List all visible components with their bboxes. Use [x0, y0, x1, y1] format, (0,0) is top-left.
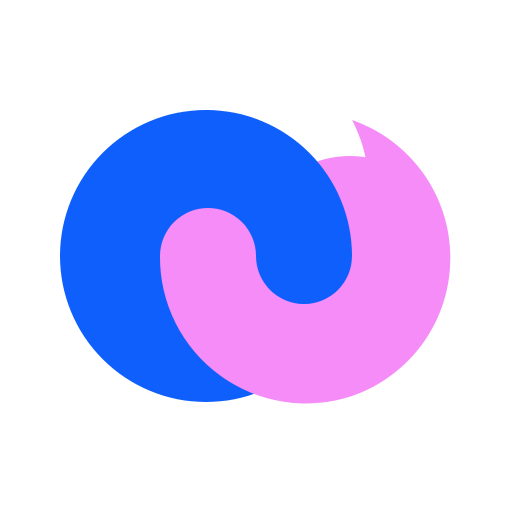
app-icon-canvas	[0, 0, 512, 512]
interlocking-circles-logo-icon	[60, 110, 451, 404]
